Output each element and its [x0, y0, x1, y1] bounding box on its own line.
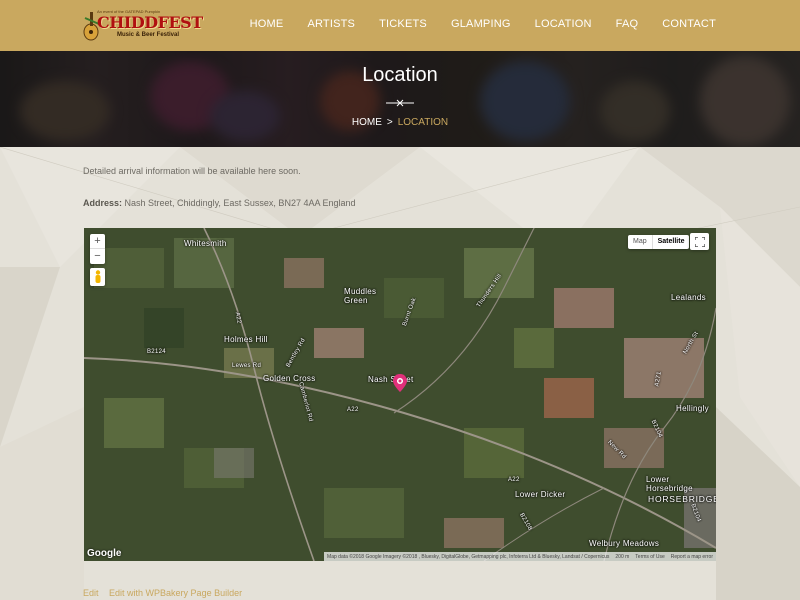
pegman-icon [95, 270, 100, 283]
nav-location[interactable]: LOCATION [535, 18, 592, 30]
logo-subtitle: Music & Beer Festival [117, 32, 180, 38]
nav-tickets[interactable]: TICKETS [379, 18, 427, 30]
edit-link[interactable]: Edit [83, 588, 99, 598]
map-scale[interactable]: 200 m [615, 554, 629, 560]
road-label-a22-2: A22 [347, 407, 359, 413]
title-divider-icon [386, 99, 414, 107]
satellite-imagery[interactable] [84, 228, 716, 561]
zoom-out-button[interactable]: − [90, 249, 105, 264]
map-type-satellite-button[interactable]: Satellite [651, 235, 690, 249]
attribution-text: Map data ©2018 Google Imagery ©2018 , Bl… [327, 553, 610, 560]
address-line: Address: Nash Street, Chiddingly, East S… [83, 198, 356, 208]
street-view-pegman[interactable] [90, 268, 105, 286]
map-label-hellingly: Hellingly [676, 404, 709, 413]
fullscreen-icon [694, 236, 705, 247]
map-label-horsebridge: HORSEBRIDGE [648, 494, 716, 504]
google-logo[interactable]: Google [87, 548, 121, 559]
page-title: Location [362, 64, 438, 86]
location-marker-icon[interactable] [393, 374, 407, 392]
road-label-b2124: B2124 [147, 349, 166, 355]
map-label-muddles-green: Muddles Green [344, 287, 377, 305]
map-label-golden-cross: Golden Cross [263, 374, 316, 383]
report-error-link[interactable]: Report a map error [671, 554, 713, 560]
edit-links: Edit Edit with WPBakery Page Builder [83, 588, 250, 598]
map-label-lealands: Lealands [671, 293, 706, 302]
nav-contact[interactable]: CONTACT [662, 18, 716, 30]
breadcrumb: HOME > LOCATION [0, 117, 800, 128]
google-map[interactable]: Whitesmith Muddles Green Holmes Hill Gold… [84, 228, 716, 561]
map-label-welbury-meadows: Welbury Meadows [589, 539, 660, 548]
breadcrumb-home[interactable]: HOME [352, 117, 382, 128]
fullscreen-button[interactable] [690, 233, 709, 250]
map-label-whitesmith: Whitesmith [184, 239, 227, 248]
road-label-lewes-rd: Lewes Rd [232, 363, 262, 369]
breadcrumb-separator: > [386, 117, 393, 128]
road-label-a22-3: A22 [508, 477, 520, 483]
breadcrumb-current: LOCATION [397, 117, 449, 128]
zoom-controls: + − [90, 234, 105, 264]
address-label: Address: [83, 198, 123, 208]
address-value: Nash Street, Chiddingly, East Sussex, BN… [124, 198, 356, 208]
nav-glamping[interactable]: GLAMPING [451, 18, 511, 30]
arrival-info: Detailed arrival information will be ava… [83, 166, 301, 176]
main-nav: HOME ARTISTS TICKETS GLAMPING LOCATION F… [226, 0, 716, 47]
map-label-lower-horsebridge: Lower Horsebridge [646, 475, 693, 493]
edit-wpbakery-link[interactable]: Edit with WPBakery Page Builder [109, 588, 242, 598]
map-type-map-button[interactable]: Map [628, 235, 652, 249]
zoom-in-button[interactable]: + [90, 234, 105, 249]
map-label-holmes-hill: Holmes Hill [224, 335, 268, 344]
site-logo[interactable]: An event of the GATEPAD Pumpkin CHIDDFES… [83, 8, 203, 44]
terms-link[interactable]: Terms of Use [635, 554, 664, 560]
map-label-lower-dicker: Lower Dicker [515, 490, 566, 499]
nav-faq[interactable]: FAQ [616, 18, 639, 30]
nav-artists[interactable]: ARTISTS [307, 18, 355, 30]
map-type-control: Map Satellite [628, 235, 690, 249]
map-attribution: Map data ©2018 Google Imagery ©2018 , Bl… [324, 552, 716, 561]
logo-name: CHIDDFEST [97, 13, 203, 32]
nav-home[interactable]: HOME [250, 18, 284, 30]
site-header: An event of the GATEPAD Pumpkin CHIDDFES… [0, 0, 800, 51]
